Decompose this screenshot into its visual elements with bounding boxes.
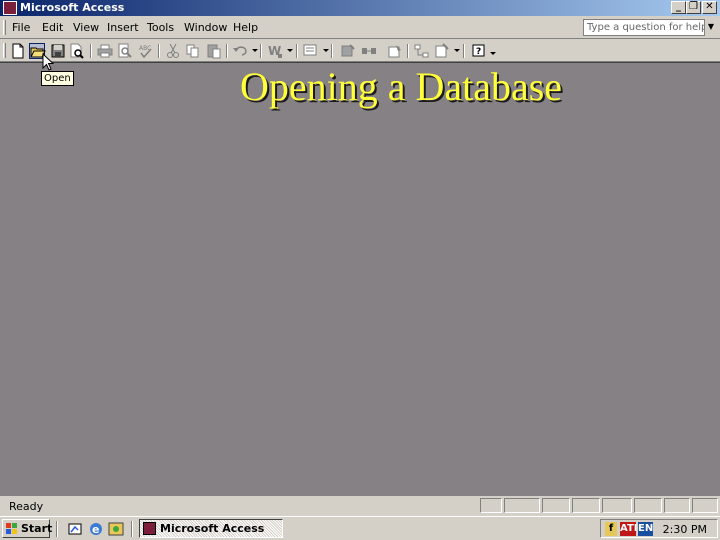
toolbar-separator — [331, 44, 333, 58]
start-button[interactable]: Start — [2, 519, 53, 538]
menu-edit[interactable]: Edit — [42, 21, 63, 34]
status-text: Ready — [9, 500, 44, 513]
printer-icon — [97, 44, 113, 58]
status-panel — [542, 498, 570, 513]
status-panel — [480, 498, 502, 513]
print-button[interactable] — [97, 43, 113, 59]
task-label: Microsoft Access — [160, 522, 265, 535]
undo-button[interactable] — [232, 43, 248, 59]
analyze-dropdown-arrow-icon[interactable] — [323, 49, 329, 52]
properties-icon — [388, 45, 401, 58]
undo-arrow-icon — [233, 46, 247, 56]
cut-button[interactable] — [165, 43, 181, 59]
new-object-button[interactable] — [434, 43, 450, 59]
minimize-button[interactable]: _ — [671, 1, 686, 14]
mouse-pointer-icon — [42, 53, 54, 71]
analyze-button[interactable] — [303, 43, 319, 59]
language-indicator[interactable]: EN — [638, 522, 653, 536]
status-bar: Ready — [0, 497, 720, 516]
clock[interactable]: 2:30 PM — [663, 523, 707, 536]
status-panel — [692, 498, 718, 513]
relationships-icon — [362, 48, 376, 54]
toolbar-separator — [260, 44, 262, 58]
toolbar-separator — [296, 44, 298, 58]
help-button[interactable]: ? — [471, 43, 487, 59]
taskbar-separator — [131, 521, 133, 537]
media-player-icon[interactable] — [108, 521, 124, 537]
menu-bar-grip[interactable] — [3, 20, 6, 35]
toolbar-separator — [407, 44, 409, 58]
copy-button[interactable] — [185, 43, 201, 59]
taskbar-button-access[interactable]: Microsoft Access — [139, 519, 283, 538]
menu-file[interactable]: File — [12, 21, 30, 34]
toolbar-separator — [226, 44, 228, 58]
paste-clipboard-icon — [207, 44, 221, 59]
print-preview-icon — [118, 43, 132, 58]
internet-explorer-icon[interactable]: e — [88, 521, 104, 537]
access-app-icon[interactable] — [3, 1, 17, 15]
properties-button[interactable] — [387, 43, 403, 59]
open-tooltip: Open — [41, 71, 74, 86]
tray-ati-icon[interactable]: ATI — [620, 522, 638, 536]
spelling-button[interactable]: ABC — [138, 43, 154, 59]
status-panel — [572, 498, 600, 513]
start-label: Start — [21, 522, 53, 535]
paste-button[interactable] — [206, 43, 222, 59]
menu-insert[interactable]: Insert — [107, 21, 139, 34]
file-search-button[interactable] — [69, 43, 85, 59]
status-panel — [602, 498, 632, 513]
close-button[interactable]: ✕ — [702, 1, 717, 14]
restore-button[interactable]: ❐ — [686, 1, 701, 14]
code-button[interactable] — [340, 43, 356, 59]
menu-window[interactable]: Window — [184, 21, 227, 34]
help-question-icon: ? — [472, 44, 485, 57]
status-panel — [634, 498, 662, 513]
toolbar-separator — [158, 44, 160, 58]
window-title: Microsoft Access — [20, 1, 125, 14]
copy-icon — [186, 44, 199, 58]
file-search-icon — [70, 43, 84, 59]
toolbar-options-arrow-icon[interactable] — [490, 52, 496, 55]
undo-dropdown-arrow-icon[interactable] — [252, 49, 258, 52]
toolbar-grip[interactable] — [3, 43, 6, 58]
slide-title: Opening a Database — [239, 64, 563, 109]
svg-text:?: ? — [476, 47, 481, 57]
office-links-icon: W — [268, 44, 282, 58]
status-panel — [504, 498, 540, 513]
new-object-icon — [435, 43, 449, 58]
relationships-view-button[interactable] — [414, 43, 430, 59]
spelling-check-icon: ABC — [139, 45, 152, 59]
show-desktop-icon[interactable] — [68, 521, 84, 537]
analyze-icon — [303, 44, 317, 56]
menu-tools[interactable]: Tools — [147, 21, 174, 34]
database-toolbar: ABC W ? — [0, 40, 720, 62]
database-workspace[interactable] — [0, 62, 720, 496]
office-links-dropdown-arrow-icon[interactable] — [287, 49, 293, 52]
scissors-icon — [167, 43, 179, 58]
toolbar-separator — [463, 44, 465, 58]
toolbar-separator — [90, 44, 92, 58]
relationships-button[interactable] — [361, 43, 377, 59]
windows-flag-icon — [6, 523, 17, 534]
tray-app-icon[interactable]: f — [605, 522, 617, 536]
windows-taskbar: Start e Microsoft Access f ATI EN 2:30 P… — [0, 516, 720, 540]
new-object-dropdown-arrow-icon[interactable] — [454, 49, 460, 52]
office-links-button[interactable]: W — [267, 43, 283, 59]
taskbar-separator — [56, 521, 58, 537]
help-dropdown-arrow-icon[interactable]: ▼ — [706, 22, 716, 32]
new-button[interactable] — [10, 43, 26, 59]
system-tray: f ATI EN 2:30 PM — [600, 519, 718, 538]
menu-view[interactable]: View — [73, 21, 99, 34]
help-question-input[interactable]: Type a question for help — [583, 19, 705, 36]
new-document-icon — [12, 43, 24, 59]
code-icon — [341, 44, 355, 57]
title-bar: Microsoft Access _ ❐ ✕ — [0, 0, 720, 16]
tree-icon — [414, 44, 429, 58]
menu-help[interactable]: Help — [233, 21, 258, 34]
access-task-icon — [143, 522, 156, 535]
print-preview-button[interactable] — [117, 43, 133, 59]
svg-text:e: e — [92, 523, 99, 536]
status-panel — [664, 498, 690, 513]
